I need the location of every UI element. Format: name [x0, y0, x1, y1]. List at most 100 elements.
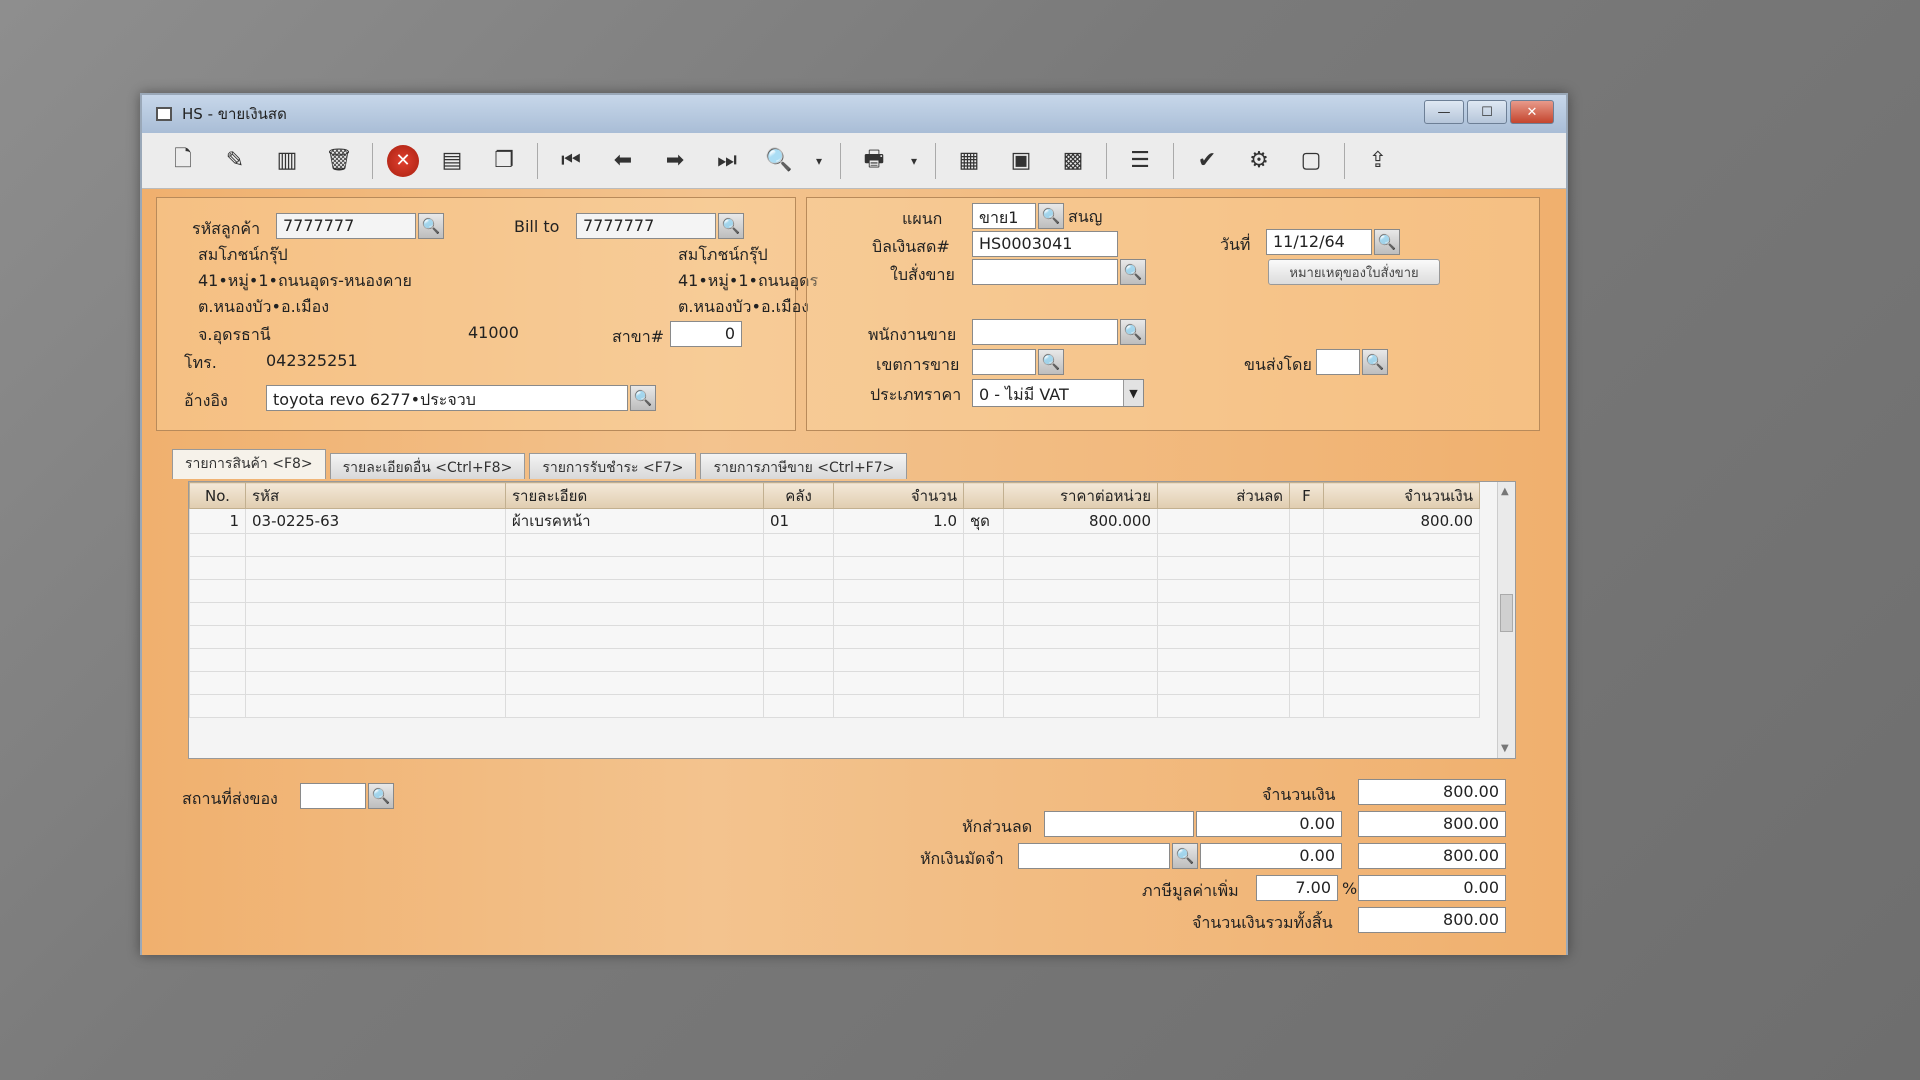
cell-warehouse[interactable]: 01 [763, 508, 834, 534]
table-cell-empty[interactable] [1003, 579, 1158, 603]
date-field[interactable]: 11/12/64 [1266, 229, 1372, 255]
minimize-button[interactable]: — [1424, 100, 1464, 124]
table-row-empty[interactable] [189, 556, 1480, 580]
table-cell-empty[interactable] [1289, 602, 1324, 626]
table-cell-empty[interactable] [189, 579, 246, 603]
customer-code-field[interactable]: 7777777 [276, 213, 416, 239]
shipping-field[interactable] [1316, 349, 1360, 375]
col-header-code[interactable]: รหัส [245, 482, 506, 509]
col-header-unit-price[interactable]: ราคาต่อหน่วย [1003, 482, 1158, 509]
delivery-place-search-icon[interactable]: 🔍 [368, 783, 394, 809]
table-cell-empty[interactable] [833, 556, 964, 580]
tab-payments[interactable]: รายการรับชำระ <F7> [529, 453, 697, 479]
col-header-flag[interactable]: F [1289, 482, 1324, 509]
billto-field[interactable]: 7777777 [576, 213, 716, 239]
approve-ok-icon[interactable]: ✔ [1188, 142, 1226, 180]
tools-icon[interactable]: ⚙ [1240, 142, 1278, 180]
table-cell-empty[interactable] [1157, 625, 1290, 649]
sales-order-note-button[interactable]: หมายเหตุของใบสั่งขาย [1268, 259, 1440, 285]
table-cell-empty[interactable] [1323, 602, 1480, 626]
cell-description[interactable]: ผ้าเบรคหน้า [505, 508, 764, 534]
table-cell-empty[interactable] [245, 579, 506, 603]
tab-sales-tax[interactable]: รายการภาษีขาย <Ctrl+F7> [700, 453, 908, 479]
table-cell-empty[interactable] [1289, 694, 1324, 718]
table-cell-empty[interactable] [245, 694, 506, 718]
previous-record-icon[interactable]: ⬅ [604, 142, 642, 180]
table-cell-empty[interactable] [505, 556, 764, 580]
table-cell-empty[interactable] [189, 694, 246, 718]
table-cell-empty[interactable] [1003, 625, 1158, 649]
table-cell-empty[interactable] [189, 602, 246, 626]
ok-document-icon[interactable]: ▢ [1292, 142, 1330, 180]
table-cell-empty[interactable] [1289, 556, 1324, 580]
table-cell-empty[interactable] [833, 533, 964, 557]
table-row-empty[interactable] [189, 579, 1480, 603]
table-cell-empty[interactable] [245, 556, 506, 580]
col-header-quantity[interactable]: จำนวน [833, 482, 964, 509]
table-cell-empty[interactable] [833, 694, 964, 718]
deposit-input[interactable] [1018, 843, 1170, 869]
save-icon[interactable]: ▤ [433, 142, 471, 180]
table-cell-empty[interactable] [189, 625, 246, 649]
table-cell-empty[interactable] [1003, 648, 1158, 672]
table-cell-empty[interactable] [833, 671, 964, 695]
table-cell-empty[interactable] [963, 694, 1004, 718]
table-row-empty[interactable] [189, 602, 1480, 626]
next-record-icon[interactable]: ➡ [656, 142, 694, 180]
department-field[interactable]: ขาย1 [972, 203, 1036, 229]
col-header-discount[interactable]: ส่วนลด [1157, 482, 1290, 509]
table-cell-empty[interactable] [1323, 533, 1480, 557]
table-cell-empty[interactable] [505, 625, 764, 649]
search-dropdown-icon[interactable]: ▾ [812, 142, 826, 180]
table-cell-empty[interactable] [245, 625, 506, 649]
void-icon[interactable]: ▥ [268, 142, 306, 180]
sales-order-icon[interactable]: ▩ [1054, 142, 1092, 180]
table-cell-empty[interactable] [963, 533, 1004, 557]
table-cell-empty[interactable] [1289, 648, 1324, 672]
last-record-icon[interactable]: ⏭ [708, 142, 746, 180]
col-header-no[interactable]: No. [189, 482, 246, 509]
print-dropdown-icon[interactable]: ▾ [907, 142, 921, 180]
first-record-icon[interactable]: ⏮ [552, 142, 590, 180]
table-row-empty[interactable] [189, 625, 1480, 649]
table-cell-empty[interactable] [763, 602, 834, 626]
scroll-up-icon[interactable]: ▲ [1501, 486, 1509, 497]
table-cell-empty[interactable] [1323, 694, 1480, 718]
price-type-dropdown[interactable]: 0 - ไม่มี VAT ▼ [972, 379, 1144, 407]
delivery-place-field[interactable] [300, 783, 366, 809]
cell-code[interactable]: 03-0225-63 [245, 508, 506, 534]
sales-order-field[interactable] [972, 259, 1118, 285]
vat-rate-field[interactable]: 7.00 [1256, 875, 1338, 901]
branch-field[interactable]: 0 [670, 321, 742, 347]
chevron-down-icon[interactable]: ▼ [1123, 380, 1143, 406]
table-cell-empty[interactable] [763, 648, 834, 672]
reference-field[interactable]: toyota revo 6277•ประจวบ [266, 385, 628, 411]
table-cell-empty[interactable] [833, 579, 964, 603]
table-cell-empty[interactable] [833, 625, 964, 649]
table-row-empty[interactable] [189, 671, 1480, 695]
table-cell-empty[interactable] [763, 671, 834, 695]
table-cell-empty[interactable] [505, 602, 764, 626]
close-button[interactable]: ✕ [1510, 100, 1554, 124]
table-cell-empty[interactable] [833, 648, 964, 672]
sales-area-search-icon[interactable]: 🔍 [1038, 349, 1064, 375]
table-cell-empty[interactable] [1323, 671, 1480, 695]
table-cell-empty[interactable] [1289, 671, 1324, 695]
deposit-search-icon[interactable]: 🔍 [1172, 843, 1198, 869]
table-cell-empty[interactable] [1003, 671, 1158, 695]
col-header-unit[interactable] [963, 482, 1004, 509]
table-cell-empty[interactable] [1157, 602, 1290, 626]
department-search-icon[interactable]: 🔍 [1038, 203, 1064, 229]
table-cell-empty[interactable] [963, 579, 1004, 603]
table-row-empty[interactable] [189, 648, 1480, 672]
print-icon[interactable]: 🖶 [855, 142, 893, 180]
edit-icon[interactable]: ✎ [216, 142, 254, 180]
table-cell-empty[interactable] [1157, 694, 1290, 718]
table-cell-empty[interactable] [1003, 533, 1158, 557]
report-icon[interactable]: ☰ [1121, 142, 1159, 180]
table-cell-empty[interactable] [763, 533, 834, 557]
cell-unit-price[interactable]: 800.000 [1003, 508, 1158, 534]
scroll-thumb[interactable] [1500, 594, 1513, 632]
table-cell-empty[interactable] [245, 671, 506, 695]
table-cell-empty[interactable] [505, 694, 764, 718]
